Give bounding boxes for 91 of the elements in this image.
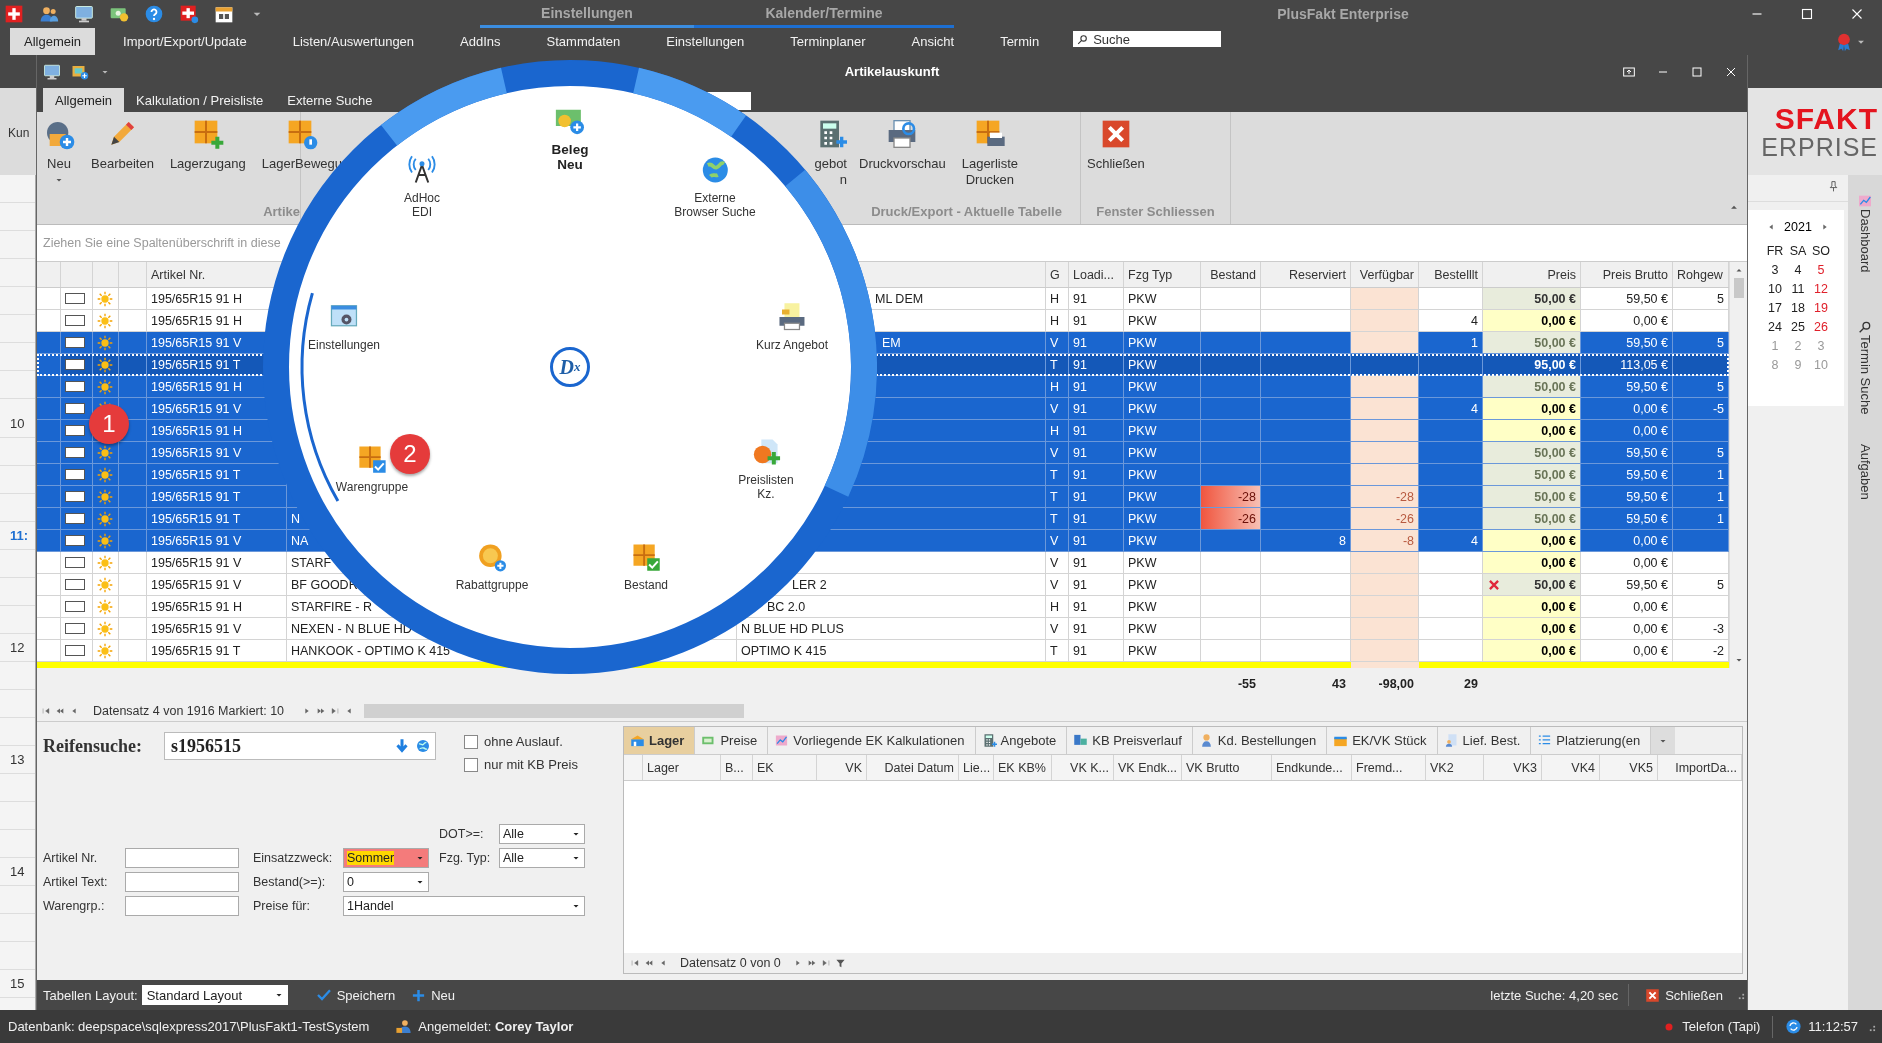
table-cell: 91	[1069, 618, 1124, 640]
table-cell: -28	[1201, 486, 1261, 508]
price-cell: 50,00 €	[1483, 332, 1581, 354]
price-cell: 0,00 €	[1483, 398, 1581, 420]
hour-label: 13	[10, 752, 25, 767]
table-cell: -26	[1351, 508, 1419, 530]
table-cell: 91	[1069, 552, 1124, 574]
table-cell: 0,00 €	[1581, 530, 1673, 552]
table-cell: PKW	[1124, 574, 1201, 596]
table-cell: 195/65R15 91 V	[147, 618, 287, 640]
field-label: Artikel Text:	[43, 875, 109, 889]
checkbox-label: ohne Auslauf.	[484, 734, 563, 749]
table-cell: PKW	[1124, 618, 1201, 640]
price-cell: 0,00 €	[1483, 618, 1581, 640]
field-label: Preise für:	[253, 899, 311, 913]
status-text: letzte Suche: 4,20 sec	[1490, 987, 1619, 1003]
hour-label: 14	[10, 864, 25, 879]
table-cell: 0,00 €	[1581, 618, 1673, 640]
table-cell: H	[1046, 596, 1069, 618]
table-cell: V	[1046, 552, 1069, 574]
side-label: Kun	[8, 126, 30, 140]
field-label: DOT>=:	[439, 827, 485, 841]
year-label: 2021	[1784, 220, 1812, 234]
table-cell: 195/65R15 91 V	[147, 574, 287, 596]
table-cell: 59,50 €	[1581, 574, 1673, 596]
logo-text: ERPRISE	[1761, 133, 1878, 160]
price-cell: 50,00 €	[1483, 574, 1581, 596]
app-title: PlusFakt Enterprise	[1276, 5, 1410, 24]
database-text: Datenbank: deepspace\sqlexpress2017\PlusFakt1-TestSystem	[8, 1019, 370, 1034]
table-cell: -28	[1351, 486, 1419, 508]
table-cell: 0,00 €	[1581, 552, 1673, 574]
total-value: 29	[1463, 677, 1479, 691]
price-cell: 0,00 €	[1483, 420, 1581, 442]
field-label: Bestand(>=):	[253, 875, 327, 889]
price-cell: 0,00 €	[1483, 552, 1581, 574]
search-label: Reifensuche:	[43, 736, 143, 757]
price-cell: 50,00 €	[1483, 376, 1581, 398]
table-cell: 91	[1069, 596, 1124, 618]
checkbox-label: nur mit KB Preis	[484, 757, 578, 772]
table-cell: 91	[1069, 574, 1124, 596]
table-cell: 91	[1069, 288, 1124, 310]
table-cell: -8	[1351, 530, 1419, 552]
user-text: Angemeldet: Corey Taylor	[418, 1019, 574, 1034]
record-navigator-text: Datensatz 0 von 0	[680, 956, 781, 970]
price-cell: 50,00 €	[1483, 508, 1581, 530]
table-cell: PKW	[1124, 596, 1201, 618]
ribbon-group-label: Fenster Schliessen	[1095, 203, 1216, 221]
price-cell: 50,00 €	[1483, 442, 1581, 464]
weekday-label: SA	[1788, 244, 1808, 258]
weekday-label: FR	[1765, 244, 1785, 258]
table-cell: 195/65R15 91 V	[147, 552, 287, 574]
field-label: Artikel Nr.	[43, 851, 99, 865]
window-title: Artikelauskunft	[844, 64, 940, 79]
total-value: 43	[1331, 677, 1347, 691]
logo-text: SFAKT	[1774, 103, 1878, 134]
table-cell: 195/65R15 91 V	[147, 530, 287, 552]
field-label: Einsatzzweck:	[253, 851, 334, 865]
table-cell: PKW	[1124, 288, 1201, 310]
table-cell: PKW	[1124, 552, 1201, 574]
table-cell: H	[1046, 288, 1069, 310]
table-cell: PKW	[1124, 530, 1201, 552]
ribbon-group-label: Artike	[262, 203, 300, 221]
weekday-label: SO	[1810, 244, 1832, 258]
total-value: -98,00	[1377, 677, 1415, 691]
record-navigator-text: Datensatz 4 von 1916 Markiert: 10	[93, 703, 285, 718]
table-cell: V	[1046, 530, 1069, 552]
price-cell: 0,00 €	[1483, 310, 1581, 332]
price-cell: 0,00 €	[1483, 640, 1581, 662]
total-value: -55	[1236, 677, 1257, 691]
table-cell: V	[1046, 618, 1069, 640]
table-cell: 91	[1069, 530, 1124, 552]
field-label: Fzg. Typ:	[439, 851, 492, 865]
price-cell: 50,00 €	[1483, 464, 1581, 486]
table-cell: 59,50 €	[1581, 288, 1673, 310]
phone-status: Telefon (Tapi)	[1682, 1019, 1761, 1034]
table-cell: 0,00 €	[1581, 596, 1673, 618]
field-label: Warengrp.:	[43, 899, 106, 913]
hour-label: 10	[10, 416, 25, 431]
clock: 11:12:57	[1808, 1019, 1858, 1034]
price-cell: 50,00 €	[1483, 486, 1581, 508]
layout-label: Tabellen Layout:	[43, 987, 138, 1003]
hour-label: 12	[10, 640, 25, 655]
table-cell: V	[1046, 574, 1069, 596]
price-cell: 0,00 €	[1483, 596, 1581, 618]
price-cell: 0,00 €	[1483, 530, 1581, 552]
table-cell: 195/65R15 91 H	[147, 596, 287, 618]
table-cell: -26	[1201, 508, 1261, 530]
hour-label: 11:	[10, 528, 29, 543]
price-cell: 50,00 €	[1483, 288, 1581, 310]
hour-label: 15	[10, 976, 25, 991]
ribbon-group-label: Druck/Export - Aktuelle Tabelle	[870, 203, 1063, 221]
